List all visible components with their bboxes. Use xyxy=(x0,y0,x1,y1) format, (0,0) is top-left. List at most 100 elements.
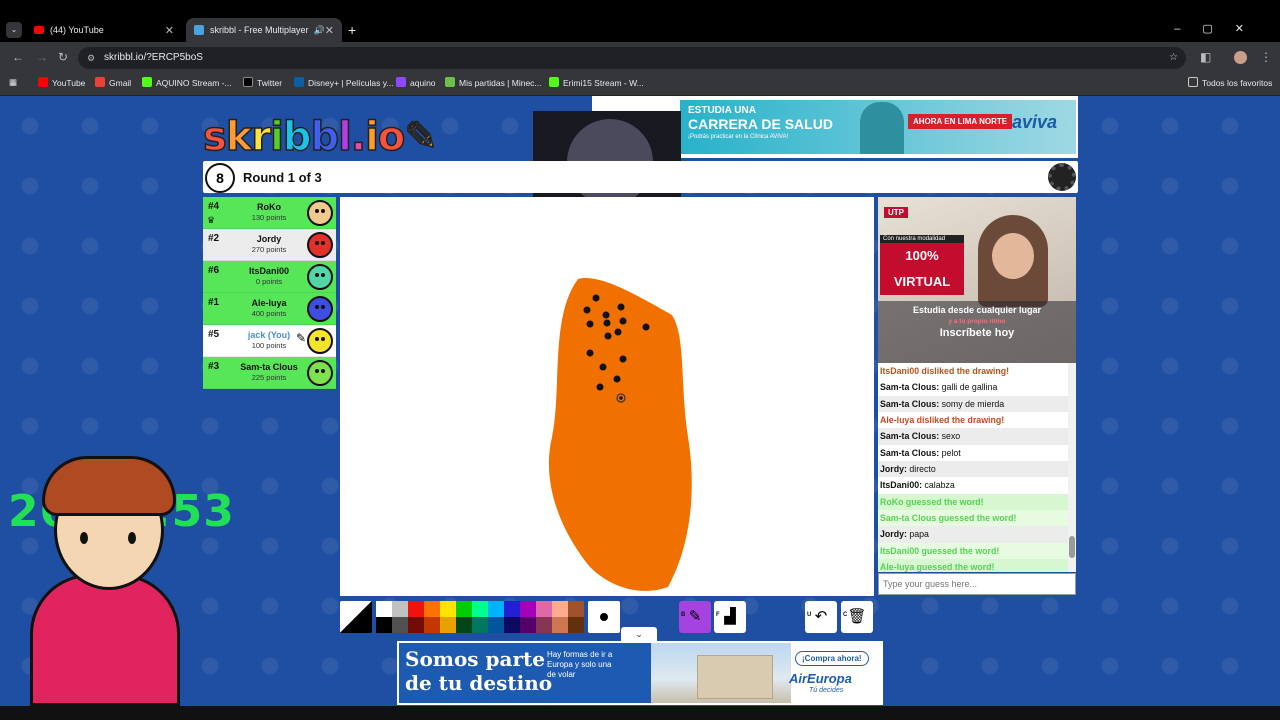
bookmark-all-favorites[interactable]: Todos los favoritos xyxy=(1188,77,1272,88)
color-swatch[interactable] xyxy=(456,601,472,617)
settings-gear-icon[interactable] xyxy=(1048,163,1076,191)
forward-icon[interactable]: → xyxy=(36,50,48,64)
color-swatch[interactable] xyxy=(408,617,424,633)
fill-bucket-icon: ▟ xyxy=(724,608,736,625)
extensions-icon[interactable]: ◧ xyxy=(1200,50,1211,64)
color-swatch[interactable] xyxy=(440,601,456,617)
speaker-icon: 🔊 xyxy=(313,24,325,35)
player-points: 130 points xyxy=(251,213,287,222)
color-swatch[interactable] xyxy=(504,601,520,617)
tab-youtube[interactable]: (44) YouTube ✕ xyxy=(26,18,182,42)
chat-message: Ale-luya guessed the word! xyxy=(878,559,1068,572)
color-swatch[interactable] xyxy=(536,617,552,633)
player-row[interactable]: #6 ItsDani00 0 points xyxy=(203,261,336,293)
profile-avatar[interactable] xyxy=(1234,51,1247,64)
ad-cta: AHORA EN LIMA NORTE xyxy=(908,114,1013,129)
color-swatch[interactable] xyxy=(392,617,408,633)
shortcut-label: B xyxy=(681,612,686,618)
brush-size-dot-icon xyxy=(600,613,608,621)
undo-icon: ↶ xyxy=(814,608,828,625)
close-tab-icon[interactable]: ✕ xyxy=(165,24,174,37)
color-swatch[interactable] xyxy=(472,601,488,617)
bookmark-twitter[interactable]: Twitter xyxy=(243,77,282,88)
tab-title: skribbl - Free Multiplayer D xyxy=(209,25,310,35)
window-controls[interactable]: –▢✕ xyxy=(1174,22,1266,35)
color-swatch[interactable] xyxy=(440,617,456,633)
chat-scrollbar[interactable] xyxy=(1068,363,1076,572)
chat-message: Jordy: papa xyxy=(878,526,1068,543)
color-swatch[interactable] xyxy=(456,617,472,633)
star-icon[interactable]: ☆ xyxy=(1169,47,1178,69)
trash-icon: 🗑 xyxy=(847,608,867,625)
reload-icon[interactable]: ↻ xyxy=(58,50,68,64)
color-swatch[interactable] xyxy=(520,617,536,633)
tab-title: (44) YouTube xyxy=(50,25,104,35)
color-preview[interactable] xyxy=(340,601,372,633)
color-swatch[interactable] xyxy=(488,617,504,633)
tab-skribbl[interactable]: skribbl - Free Multiplayer D 🔊 ✕ xyxy=(186,18,342,42)
close-tab-icon[interactable]: ✕ xyxy=(325,24,334,37)
player-row[interactable]: #3 Sam-ta Clous 225 points xyxy=(203,357,336,389)
chat-message: Sam-ta Clous: pelot xyxy=(880,447,961,458)
color-swatch[interactable] xyxy=(536,601,552,617)
player-rank: #1 xyxy=(208,297,220,308)
player-points: 400 points xyxy=(251,309,287,318)
ad-photo xyxy=(860,102,904,154)
color-swatch[interactable] xyxy=(376,601,392,617)
guess-input[interactable] xyxy=(878,573,1076,595)
clear-button[interactable]: C 🗑 xyxy=(841,601,873,633)
collapse-chevron-icon[interactable]: ⌄ xyxy=(621,627,657,641)
bookmark-aquino-twitch[interactable]: aquino xyxy=(396,77,436,88)
color-swatch[interactable] xyxy=(552,617,568,633)
color-swatch[interactable] xyxy=(552,601,568,617)
shortcut-label: C xyxy=(843,612,848,618)
color-swatch[interactable] xyxy=(376,617,392,633)
bookmark-aquino[interactable]: AQUINO Stream -... xyxy=(142,77,232,88)
color-swatch[interactable] xyxy=(392,601,408,617)
player-row[interactable]: #1 Ale-luya 400 points xyxy=(203,293,336,325)
brush-tool-button[interactable]: B ✎ xyxy=(679,601,711,633)
chat-message: ItsDani00 guessed the word! xyxy=(878,542,1068,560)
drawing-canvas[interactable] xyxy=(340,197,874,596)
bottom-ad-banner[interactable]: Somos parte de tu destino Hay formas de … xyxy=(397,641,883,705)
color-swatch[interactable] xyxy=(568,617,584,633)
brush-size-button[interactable] xyxy=(588,601,620,633)
color-swatch[interactable] xyxy=(504,617,520,633)
chat-message: Sam-ta Clous: sexo xyxy=(878,428,1068,445)
chat-log[interactable]: ItsDani00 disliked the drawing! Sam-ta C… xyxy=(878,363,1076,572)
side-ad-banner[interactable]: UTP Con nuestra modalidad 100% VIRTUAL E… xyxy=(878,197,1076,363)
new-tab-button[interactable]: + xyxy=(348,22,356,38)
bookmark-minecraft[interactable]: Mis partidas | Minec... xyxy=(445,77,542,88)
color-swatch[interactable] xyxy=(568,601,584,617)
apps-icon[interactable]: ▦ xyxy=(9,77,17,88)
menu-icon[interactable]: ⋮ xyxy=(1260,50,1272,64)
pencil-icon: ✎ xyxy=(688,608,702,625)
player-row-self[interactable]: #5 jack (You) 100 points ✎ xyxy=(203,325,336,357)
player-rank: #5 xyxy=(208,329,220,340)
fill-tool-button[interactable]: F ▟ xyxy=(714,601,746,633)
bookmark-disney[interactable]: Disney+ | Películas y... xyxy=(294,77,393,88)
chat-message: Sam-ta Clous: somy de mierda xyxy=(878,395,1068,413)
player-list: #4 ♛ RoKo 130 points #2 Jordy 270 points… xyxy=(203,197,336,389)
bookmark-gmail[interactable]: Gmail xyxy=(95,77,131,88)
color-swatch[interactable] xyxy=(424,601,440,617)
player-points: 225 points xyxy=(251,373,287,382)
color-swatch[interactable] xyxy=(408,601,424,617)
undo-button[interactable]: U ↶ xyxy=(805,601,837,633)
color-swatch[interactable] xyxy=(424,617,440,633)
color-swatch[interactable] xyxy=(472,617,488,633)
canvas-drawing xyxy=(548,278,692,591)
back-icon[interactable]: ← xyxy=(12,50,24,64)
tab-search-button[interactable]: ⌄ xyxy=(6,22,22,38)
ad-tagline: Tú decides xyxy=(809,687,844,694)
player-row[interactable]: #2 Jordy 270 points xyxy=(203,229,336,261)
color-swatch[interactable] xyxy=(488,601,504,617)
player-avatar xyxy=(307,360,333,386)
url-input[interactable]: ⚙ skribbl.io/?ERCP5boS ☆ xyxy=(78,47,1186,69)
bookmark-erimi[interactable]: Erimi15 Stream - W... xyxy=(549,77,644,88)
player-row[interactable]: #4 ♛ RoKo 130 points xyxy=(203,197,336,229)
player-name: ItsDani00 xyxy=(248,266,290,276)
color-swatch[interactable] xyxy=(520,601,536,617)
bookmark-youtube[interactable]: YouTube xyxy=(38,77,85,88)
site-info-icon[interactable]: ⚙ xyxy=(87,47,95,69)
